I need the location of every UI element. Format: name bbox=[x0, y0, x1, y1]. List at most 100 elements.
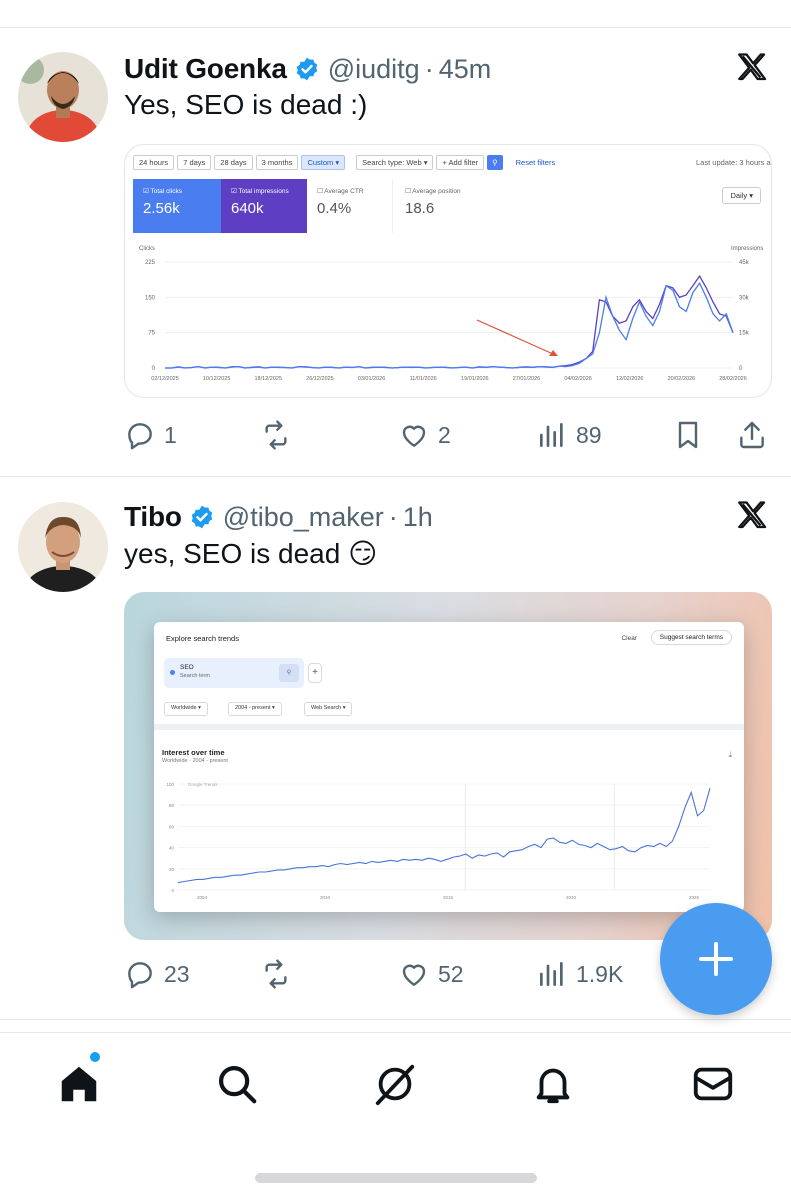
bookmark-button[interactable] bbox=[672, 415, 704, 455]
tweet-actions: 1 2 89 bbox=[124, 415, 774, 455]
x-tick: 03/01/2026 bbox=[358, 376, 386, 382]
separator: · bbox=[388, 501, 398, 532]
filter-7d[interactable]: 7 days bbox=[177, 154, 212, 170]
trends-line-chart: 100 80 60 40 20 0 2004 2010 2016 2020 2026 Google T… bbox=[166, 782, 711, 900]
search-type-select[interactable]: Search type: Web ▾ bbox=[356, 154, 434, 170]
y-left-tick: 75 bbox=[148, 331, 155, 337]
share-icon bbox=[740, 421, 764, 449]
y-tick: 100 bbox=[166, 782, 174, 787]
compose-fab-button[interactable] bbox=[660, 903, 772, 1015]
term-settings-icon[interactable]: ⚲ bbox=[279, 664, 299, 682]
x-logo-icon bbox=[738, 53, 767, 81]
download-icon[interactable]: ⤓ bbox=[728, 750, 732, 760]
filter-custom[interactable]: Custom ▾ bbox=[301, 154, 346, 170]
metric-average-position[interactable]: ☐ Average position 18.6 bbox=[395, 179, 481, 233]
search-icon bbox=[218, 1065, 257, 1104]
suggest-terms-button[interactable]: Suggest search terms bbox=[650, 630, 732, 645]
x-tick: 02/12/2025 bbox=[151, 376, 179, 382]
gsc-line-chart: Clicks Impressions 225 45k 150 30k 75 15k 0 0 02/1… bbox=[139, 246, 763, 382]
repost-button[interactable] bbox=[260, 415, 292, 455]
y-tick: 0 bbox=[171, 888, 174, 893]
tweet-divider bbox=[0, 476, 791, 477]
property-filter[interactable]: Web Search ▾ bbox=[304, 702, 353, 716]
time-range-filter[interactable]: 2004 - present ▾ bbox=[228, 702, 282, 716]
google-trends-card: Explore search trends Clear Suggest sear… bbox=[154, 622, 744, 912]
x-tick: 2010 bbox=[320, 895, 331, 900]
tweet-time[interactable]: 1h bbox=[403, 502, 433, 533]
repost-button[interactable] bbox=[260, 954, 292, 994]
y-tick: 40 bbox=[169, 846, 175, 851]
add-filter-button[interactable]: + Add filter bbox=[436, 154, 485, 170]
reply-count: 1 bbox=[164, 421, 177, 448]
y-right-tick: 45k bbox=[739, 260, 750, 266]
repost-icon bbox=[265, 420, 287, 450]
heart-icon bbox=[402, 964, 426, 986]
y-right-tick: 15k bbox=[739, 331, 750, 337]
x-tick: 19/01/2026 bbox=[461, 376, 489, 382]
nav-messages[interactable] bbox=[690, 1061, 736, 1107]
term-subtitle: Search term bbox=[180, 673, 210, 679]
heart-icon bbox=[402, 425, 426, 447]
like-button[interactable]: 52 bbox=[398, 954, 464, 994]
x-tick: 2020 bbox=[566, 895, 577, 900]
reset-filters-link[interactable]: Reset filters bbox=[516, 158, 556, 167]
author-name[interactable]: Tibo bbox=[124, 501, 182, 533]
filter-24h[interactable]: 24 hours bbox=[133, 154, 175, 170]
search-term-chip[interactable]: SEO Search term ⚲ bbox=[164, 658, 304, 688]
reply-button[interactable]: 23 bbox=[124, 954, 190, 994]
nav-notifications[interactable] bbox=[530, 1061, 576, 1107]
metric-total-impressions[interactable]: ☑ Total impressions 640k bbox=[221, 179, 307, 233]
reply-button[interactable]: 1 bbox=[124, 415, 177, 455]
mail-icon bbox=[693, 1067, 733, 1101]
author-avatar[interactable] bbox=[18, 502, 108, 592]
views-button[interactable]: 89 bbox=[536, 415, 602, 455]
x-tick: 26/12/2025 bbox=[306, 376, 334, 382]
region-filter[interactable]: Worldwide ▾ bbox=[164, 702, 208, 716]
author-handle[interactable]: @tibo_maker bbox=[223, 502, 384, 533]
y-tick: 20 bbox=[169, 867, 175, 872]
nav-grok[interactable] bbox=[372, 1061, 418, 1107]
home-icon bbox=[61, 1066, 97, 1102]
filter-3m[interactable]: 3 months bbox=[255, 154, 299, 170]
y-right-tick: 0 bbox=[739, 366, 743, 372]
views-icon bbox=[540, 423, 563, 447]
like-button[interactable]: 2 bbox=[398, 415, 451, 455]
y-left-axis-label: Clicks bbox=[139, 246, 155, 252]
home-indicator[interactable] bbox=[255, 1173, 537, 1183]
reply-count: 23 bbox=[164, 960, 190, 987]
view-count: 89 bbox=[576, 421, 602, 448]
tweet-header: Tibo @tibo_maker · 1h bbox=[124, 497, 433, 537]
x-tick: 2026 bbox=[689, 895, 700, 900]
metric-total-clicks[interactable]: ☑ Total clicks 2.56k bbox=[133, 179, 221, 233]
x-tick: 10/12/2025 bbox=[203, 376, 231, 382]
author-name[interactable]: Udit Goenka bbox=[124, 53, 287, 85]
share-button[interactable] bbox=[736, 415, 768, 455]
add-term-button[interactable]: + bbox=[308, 663, 322, 683]
nav-home[interactable] bbox=[56, 1061, 102, 1107]
y-right-tick: 30k bbox=[739, 295, 750, 301]
author-handle[interactable]: @iuditg bbox=[328, 54, 420, 85]
author-avatar[interactable] bbox=[18, 52, 108, 142]
clear-button[interactable]: Clear bbox=[616, 632, 642, 645]
nav-search[interactable] bbox=[214, 1061, 260, 1107]
views-button[interactable]: 1.9K bbox=[536, 954, 623, 994]
x-logo-icon bbox=[738, 501, 767, 529]
granularity-select[interactable]: Daily ▾ bbox=[722, 187, 761, 204]
tweet-media-google-trends[interactable]: Explore search trends Clear Suggest sear… bbox=[124, 592, 772, 940]
section-separator bbox=[154, 724, 744, 730]
x-tick: 12/02/2026 bbox=[616, 376, 644, 382]
filter-icon[interactable]: ⚲ bbox=[487, 154, 503, 170]
series-color-dot bbox=[170, 670, 175, 675]
trends-title: Explore search trends bbox=[166, 634, 239, 643]
y-left-tick: 0 bbox=[152, 366, 156, 372]
tweet-text: yes, SEO is dead 😏 bbox=[124, 538, 378, 569]
term-name: SEO bbox=[180, 664, 194, 671]
tweet-divider bbox=[0, 1019, 791, 1020]
tweet-media-search-console[interactable]: 24 hours 7 days 28 days 3 months Custom … bbox=[124, 144, 772, 398]
view-count: 1.9K bbox=[576, 960, 624, 987]
reply-icon bbox=[128, 962, 152, 989]
filter-28d[interactable]: 28 days bbox=[214, 154, 253, 170]
tweet-time[interactable]: 45m bbox=[439, 54, 492, 85]
y-tick: 80 bbox=[169, 803, 175, 808]
metric-average-ctr[interactable]: ☐ Average CTR 0.4% bbox=[307, 179, 393, 233]
